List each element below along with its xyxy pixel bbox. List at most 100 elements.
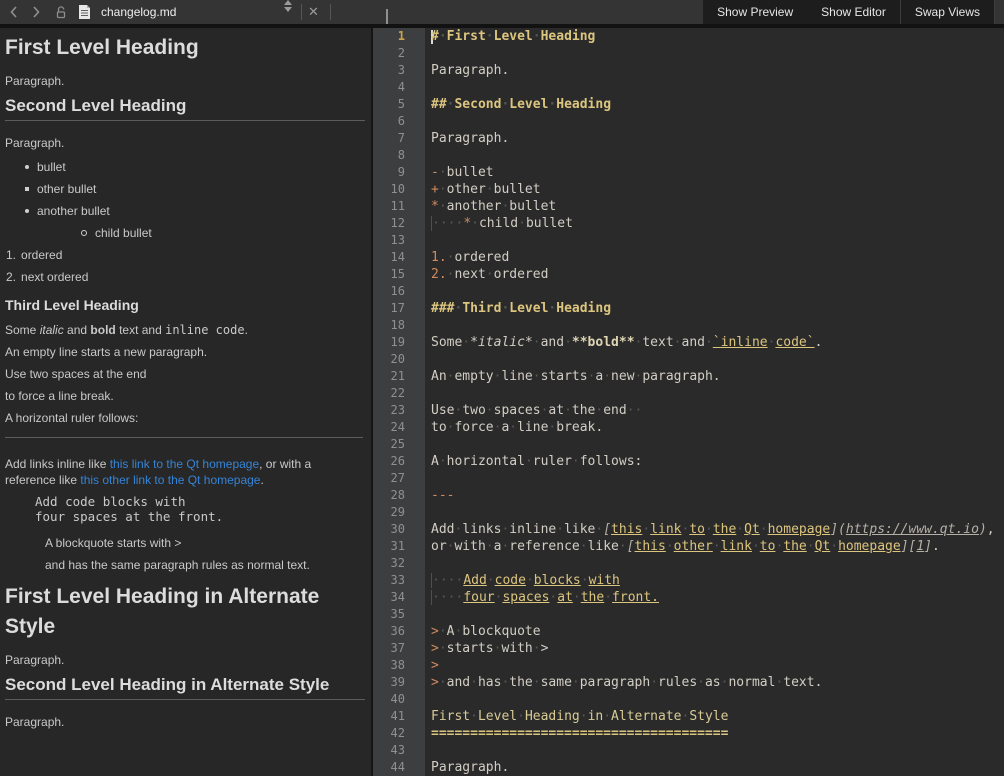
line-number: 32 (373, 555, 425, 572)
editor-line[interactable]: 24to·force·a·line·break. (373, 419, 1004, 436)
preview-text: Add links inline like (5, 457, 110, 471)
editor-line-text: to·force·a·line·break. (425, 419, 1004, 436)
editor-line[interactable]: 12····*·child·bullet (373, 215, 1004, 232)
whitespace-dot: · (705, 521, 713, 538)
view-buttons-group: Show Preview Show Editor Swap Views (703, 0, 995, 24)
editor-line[interactable]: 30Add·links·inline·like·[this·link·to·th… (373, 521, 1004, 538)
whitespace-dot: · (572, 674, 580, 691)
editor-line[interactable]: 36>·A·blockquote (373, 623, 1004, 640)
markdown-source-editor[interactable]: 1#·First·Level·Heading23Paragraph.45##·S… (373, 28, 1004, 776)
list-text: bullet (37, 159, 66, 175)
whitespace-dot: · (501, 96, 509, 113)
whitespace-dot: · (432, 215, 440, 232)
editor-line[interactable]: 16 (373, 283, 1004, 300)
editor-line[interactable]: 18 (373, 317, 1004, 334)
editor-line[interactable]: 141.·ordered (373, 249, 1004, 266)
editor-line[interactable]: 4 (373, 79, 1004, 96)
editor-line[interactable]: 8 (373, 147, 1004, 164)
whitespace-dot: · (439, 640, 447, 657)
preview-paragraph: Some italic and bold text and inline cod… (5, 322, 365, 338)
editor-line[interactable]: 21An·empty·line·starts·a·new·paragraph. (373, 368, 1004, 385)
editor-line[interactable]: 25 (373, 436, 1004, 453)
line-number: 14 (373, 249, 425, 266)
forward-button[interactable] (31, 0, 42, 24)
editor-line[interactable]: 34····four·spaces·at·the·front. (373, 589, 1004, 606)
editor-line[interactable]: 10+·other·bullet (373, 181, 1004, 198)
whitespace-dot: · (486, 28, 494, 45)
editor-line[interactable]: 152.·next·ordered (373, 266, 1004, 283)
line-number: 7 (373, 130, 425, 147)
editor-line[interactable]: 39>·and·has·the·same·paragraph·rules·as·… (373, 674, 1004, 691)
editor-line[interactable]: 9-·bullet (373, 164, 1004, 181)
toolbar-separator (301, 0, 302, 24)
preview-link[interactable]: this other link to the Qt homepage (80, 473, 260, 487)
close-document-button[interactable]: ✕ (308, 0, 319, 24)
whitespace-dot: · (595, 402, 603, 419)
editor-line[interactable]: 32 (373, 555, 1004, 572)
editor-line[interactable]: 28--- (373, 487, 1004, 504)
editor-line[interactable]: 40 (373, 691, 1004, 708)
list-text: other bullet (37, 181, 96, 197)
editor-line[interactable]: 29 (373, 504, 1004, 521)
editor-line[interactable]: 42====================================== (373, 725, 1004, 742)
editor-line[interactable]: 35 (373, 606, 1004, 623)
show-preview-button[interactable]: Show Preview (703, 0, 807, 24)
markdown-preview-pane[interactable]: First Level HeadingParagraph.Second Leve… (0, 28, 371, 776)
whitespace-dot: · (666, 538, 674, 555)
editor-line[interactable]: 26A·horizontal·ruler·follows: (373, 453, 1004, 470)
swap-views-button[interactable]: Swap Views (901, 0, 994, 24)
list-text: next ordered (21, 269, 88, 285)
editor-line[interactable]: 11*·another·bullet (373, 198, 1004, 215)
preview-paragraph: to force a line break. (5, 388, 365, 404)
editor-line[interactable]: 33····Add·code·blocks·with (373, 572, 1004, 589)
editor-line[interactable]: 1#·First·Level·Heading (373, 28, 1004, 45)
editor-line[interactable]: 41First·Level·Heading·in·Alternate·Style (373, 708, 1004, 725)
line-number: 37 (373, 640, 425, 657)
whitespace-dot: · (533, 640, 541, 657)
triangle-down-icon (284, 7, 292, 12)
preview-link[interactable]: this link to the Qt homepage (110, 457, 259, 471)
code-line: Add code blocks with (35, 494, 365, 509)
split-dropdown-button[interactable] (284, 0, 292, 24)
line-number: 13 (373, 232, 425, 249)
whitespace-dot: · (455, 572, 463, 589)
preview-text: to force a line break. (5, 389, 114, 403)
whitespace-dot: · (432, 589, 440, 606)
editor-line[interactable]: 13 (373, 232, 1004, 249)
editor-line[interactable]: 22 (373, 385, 1004, 402)
whitespace-dot: · (439, 453, 447, 470)
editor-line[interactable]: 3Paragraph. (373, 62, 1004, 79)
editor-line[interactable]: 31or·with·a·reference·like·[this·other·l… (373, 538, 1004, 555)
whitespace-dot: · (713, 538, 721, 555)
show-editor-button[interactable]: Show Editor (807, 0, 900, 24)
pane-splitter-handle[interactable] (386, 9, 388, 24)
document-title[interactable]: changelog.md (101, 0, 176, 24)
editor-line[interactable]: 43 (373, 742, 1004, 759)
editor-line[interactable]: 2 (373, 45, 1004, 62)
whitespace-dot: · (548, 96, 556, 113)
editor-line-text: An·empty·line·starts·a·new·paragraph. (425, 368, 1004, 385)
whitespace-dot: · (619, 538, 627, 555)
editor-line-text: ····*·child·bullet (425, 215, 1004, 232)
editor-line[interactable]: 23Use·two·spaces·at·the·end·· (373, 402, 1004, 419)
preview-text: Paragraph. (5, 136, 64, 150)
editor-line[interactable]: 7Paragraph. (373, 130, 1004, 147)
editor-line[interactable]: 20 (373, 351, 1004, 368)
whitespace-dot: · (439, 674, 447, 691)
whitespace-dot: · (768, 334, 776, 351)
editor-line[interactable]: 19Some·*italic*·and·**bold**·text·and·`i… (373, 334, 1004, 351)
editor-line[interactable]: 38> (373, 657, 1004, 674)
editor-line[interactable]: 17###·Third·Level·Heading (373, 300, 1004, 317)
editor-line[interactable]: 44Paragraph. (373, 759, 1004, 776)
disc-bullet-icon (25, 209, 29, 213)
editor-line[interactable]: 6 (373, 113, 1004, 130)
lock-icon[interactable] (55, 0, 68, 24)
whitespace-dot: · (548, 419, 556, 436)
whitespace-dot: · (572, 453, 580, 470)
back-button[interactable] (8, 0, 19, 24)
editor-toolbar: changelog.md ✕ Show Preview Show Editor … (0, 0, 1004, 28)
editor-line[interactable]: 37>·starts·with·> (373, 640, 1004, 657)
editor-line[interactable]: 27 (373, 470, 1004, 487)
editor-line[interactable]: 5##·Second·Level·Heading (373, 96, 1004, 113)
whitespace-dot: · (439, 198, 447, 215)
